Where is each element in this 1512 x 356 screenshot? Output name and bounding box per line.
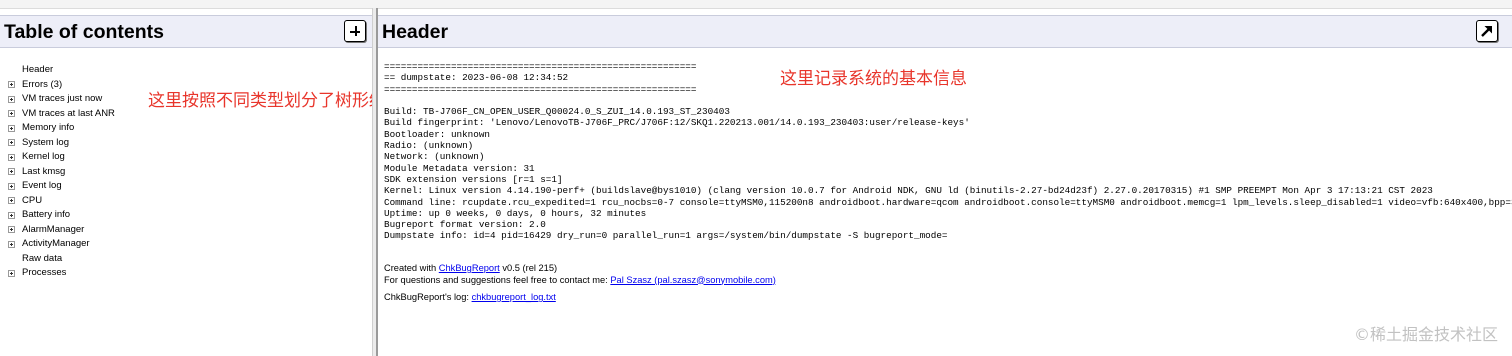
toc-item-label: Battery info [22, 209, 71, 220]
toc-pane: Table of contents Header Errors (3) VM tra… [0, 15, 372, 356]
dump-line: Module Metadata version: 31 [384, 162, 535, 174]
toc-item-label: Raw data [22, 252, 63, 264]
expand-toggle-icon[interactable] [8, 139, 15, 146]
dump-line: Radio: (unknown) [384, 140, 474, 152]
expand-toggle-icon[interactable] [8, 168, 15, 175]
contact-email-link[interactable]: Pal Szasz (pal.szasz@sonymobile.com) [610, 275, 775, 285]
chkbugreport-link[interactable]: ChkBugReport [439, 263, 500, 273]
expand-toggle-icon[interactable] [8, 153, 15, 161]
created-with-line: Created with ChkBugReport v0.5 (rel 215) [384, 263, 776, 275]
dump-line: == dumpstate: 2023-06-08 12:34:52 [384, 72, 569, 84]
dump-line: Build: TB-J706F_CN_OPEN_USER_Q00024.0_S_… [384, 106, 730, 118]
expand-toggle-icon[interactable] [8, 240, 15, 248]
toc-item[interactable]: Battery info [8, 208, 115, 223]
toc-item[interactable]: Processes [8, 266, 115, 281]
toc-item[interactable]: System log [8, 136, 115, 151]
expand-all-button[interactable] [344, 20, 366, 42]
dump-line: SDK extension versions [r=1 s=1] [384, 173, 563, 185]
expand-toggle-icon[interactable] [8, 269, 15, 277]
toc-item-label: System log [22, 136, 69, 148]
expand-toggle-icon[interactable] [8, 197, 15, 204]
dump-line: Command line: rcupdate.rcu_expedited=1 r… [384, 196, 1512, 208]
content-header: Header [378, 15, 1512, 48]
toc-item[interactable]: Raw data [8, 252, 115, 267]
toc-item[interactable]: CPU [8, 194, 115, 209]
toc-item-label: Kernel log [22, 151, 65, 162]
toc-item[interactable]: AlarmManager [8, 223, 115, 238]
expand-toggle-icon[interactable] [8, 226, 15, 233]
content-title: Header [382, 21, 449, 43]
dump-line: Bugreport format version: 2.0 [384, 219, 546, 231]
toc-item-label: Event log [22, 180, 62, 191]
dump-line: Uptime: up 0 weeks, 0 days, 0 hours, 32 … [384, 207, 647, 219]
left-annotation: 这里按照不同类型划分了树形结构 [148, 91, 403, 111]
arrow-up-right-icon [1481, 26, 1492, 37]
toc-item[interactable]: VM traces at last ANR [8, 107, 115, 122]
open-external-button[interactable] [1476, 20, 1498, 42]
log-prefix: ChkBugReport's log: [384, 292, 472, 302]
toc-item-label: Processes [22, 267, 67, 278]
toc-item-label: ActivityManager [22, 238, 90, 249]
expand-toggle-icon[interactable] [8, 81, 15, 88]
top-strip [0, 0, 1512, 9]
created-suffix: v0.5 (rel 215) [499, 263, 558, 273]
dump-line: ========================================… [384, 61, 697, 72]
toc-item-label: VM traces just now [22, 93, 103, 104]
toc-item[interactable]: Memory info [8, 121, 115, 136]
dump-line: Build fingerprint: 'Lenovo/LenovoTB-J706… [384, 117, 970, 129]
expand-toggle-icon[interactable] [8, 211, 15, 219]
toc-item[interactable]: Event log [8, 179, 115, 194]
dump-line: Bootloader: unknown [384, 128, 491, 140]
created-prefix: Created with [384, 263, 439, 273]
dump-line: Kernel: Linux version 4.14.190-perf+ (bu… [384, 185, 1433, 197]
toc-item-label: Errors (3) [22, 78, 63, 90]
toc-item[interactable]: VM traces just now [8, 92, 115, 107]
toc-item[interactable]: Kernel log [8, 150, 115, 165]
contact-line: For questions and suggestions feel free … [384, 275, 776, 287]
toc-item[interactable]: Header [8, 63, 115, 78]
toc-item-label: AlarmManager [22, 223, 85, 235]
report-footer: Created with ChkBugReport v0.5 (rel 215)… [384, 263, 776, 304]
dump-line: ========================================… [384, 83, 697, 95]
dump-line: Network: (unknown) [384, 151, 485, 163]
toc-item[interactable]: Errors (3) [8, 78, 115, 93]
toc-item-label: Header [22, 64, 54, 75]
log-file-link[interactable]: chkbugreport_log.txt [472, 292, 556, 302]
expand-toggle-icon[interactable] [8, 182, 15, 190]
toc-item-label: VM traces at last ANR [22, 107, 115, 119]
watermark: ©稀土掘金技术社区 [1353, 325, 1498, 344]
toc-item[interactable]: Last kmsg [8, 165, 115, 180]
right-annotation: 这里记录系统的基本信息 [780, 69, 967, 89]
toc-item-label: Memory info [22, 122, 75, 133]
expand-toggle-icon[interactable] [8, 95, 15, 103]
dump-line: Dumpstate info: id=4 pid=16429 dry_run=0… [384, 230, 948, 242]
toc-header: Table of contents [0, 15, 372, 48]
contact-prefix: For questions and suggestions feel free … [384, 274, 611, 285]
content-pane: Header =================================… [378, 15, 1512, 356]
expand-toggle-icon[interactable] [8, 110, 15, 117]
toc-title: Table of contents [4, 21, 164, 43]
log-line: ChkBugReport's log: chkbugreport_log.txt [384, 292, 776, 304]
toc-item-label: CPU [22, 194, 43, 206]
toc-tree: Header Errors (3) VM traces just now VM tra… [8, 63, 115, 281]
expand-toggle-icon[interactable] [8, 124, 15, 132]
toc-item-label: Last kmsg [22, 165, 66, 177]
toc-item[interactable]: ActivityManager [8, 237, 115, 252]
